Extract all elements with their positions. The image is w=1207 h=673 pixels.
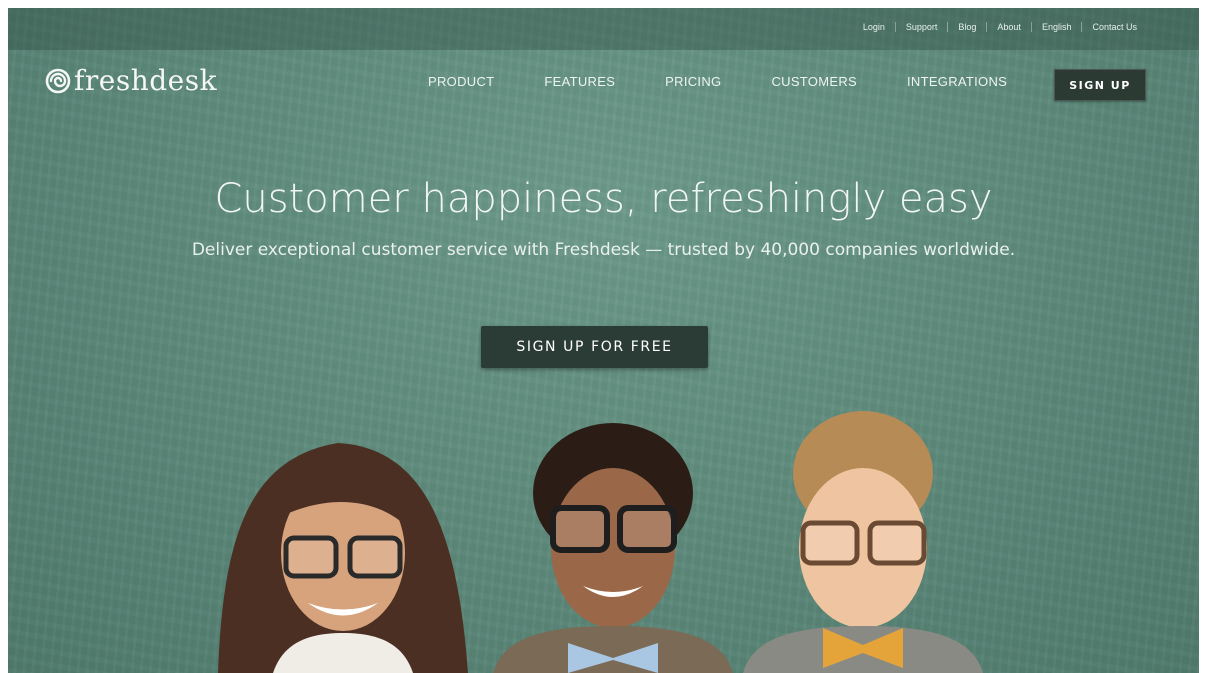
page-frame: Login Support Blog About English Contact…	[8, 8, 1199, 673]
nav-item-pricing[interactable]: PRICING	[665, 74, 721, 89]
logo[interactable]: freshdesk	[44, 64, 217, 97]
utility-link-blog[interactable]: Blog	[947, 22, 986, 32]
child-center	[493, 423, 733, 673]
utility-link-support[interactable]: Support	[894, 22, 948, 32]
utility-link-contact[interactable]: Contact Us	[1081, 22, 1147, 32]
utility-link-login[interactable]: Login	[853, 22, 895, 32]
sign-up-for-free-button[interactable]: SIGN UP FOR FREE	[481, 326, 708, 368]
child-right	[743, 411, 983, 673]
nav-item-integrations[interactable]: INTEGRATIONS	[907, 74, 1007, 89]
hero-title: Customer happiness, refreshingly easy	[214, 176, 993, 222]
sign-up-button[interactable]: SIGN UP	[1054, 69, 1146, 101]
utility-links: Login Support Blog About English Contact…	[853, 22, 1147, 32]
utility-link-about[interactable]: About	[986, 22, 1031, 32]
utility-bar: Login Support Blog About English Contact…	[8, 8, 1199, 50]
main-nav: PRODUCT FEATURES PRICING CUSTOMERS INTEG…	[428, 74, 1057, 89]
hero-subtitle: Deliver exceptional customer service wit…	[191, 240, 1016, 260]
child-left	[218, 443, 468, 673]
nav-item-product[interactable]: PRODUCT	[428, 74, 494, 89]
utility-link-language[interactable]: English	[1030, 22, 1082, 32]
hero-children-photo	[218, 411, 983, 673]
logo-wordmark: freshdesk	[74, 64, 218, 97]
nav-item-features[interactable]: FEATURES	[544, 74, 615, 89]
nav-item-customers[interactable]: CUSTOMERS	[771, 74, 857, 89]
freshdesk-swirl-icon	[45, 68, 71, 93]
